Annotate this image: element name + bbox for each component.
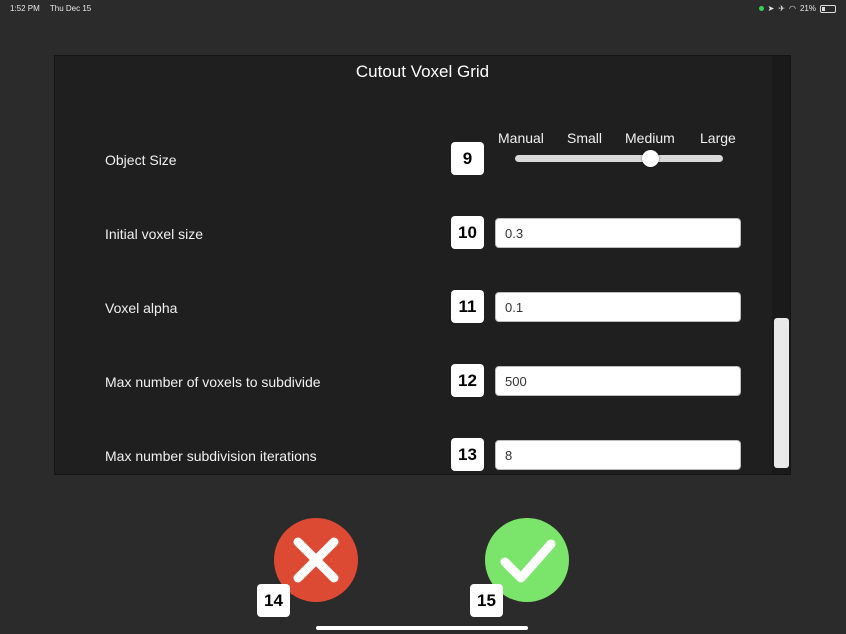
status-bar: 1:52 PM Thu Dec 15 ➤ ✈ ◠ 21% <box>0 0 846 16</box>
object-size-slider[interactable] <box>515 155 723 162</box>
location-icon: ➤ <box>767 4 775 13</box>
voxel-alpha-label: Voxel alpha <box>105 300 178 316</box>
slider-option-small[interactable]: Small <box>567 130 602 146</box>
airplane-icon: ✈ <box>778 4 785 13</box>
voxel-alpha-input[interactable] <box>495 292 741 322</box>
max-subdivision-iterations-input[interactable] <box>495 440 741 470</box>
badge-voxel-alpha: 11 <box>451 290 484 323</box>
max-subdivision-iterations-label: Max number subdivision iterations <box>105 448 317 464</box>
settings-dialog: Cutout Voxel Grid Object Size 9 Manual S… <box>54 55 791 475</box>
camera-indicator-icon <box>758 6 764 11</box>
object-size-slider-thumb[interactable] <box>642 150 659 167</box>
battery-percent: 21% <box>799 4 816 13</box>
dialog-title: Cutout Voxel Grid <box>355 62 490 81</box>
initial-voxel-size-input[interactable] <box>495 218 741 248</box>
slider-option-medium[interactable]: Medium <box>625 130 675 146</box>
home-indicator[interactable] <box>316 626 528 630</box>
slider-option-manual[interactable]: Manual <box>498 130 544 146</box>
max-voxels-subdivide-label: Max number of voxels to subdivide <box>105 374 321 390</box>
badge-max-voxels-subdivide: 12 <box>451 364 484 397</box>
wifi-icon: ◠ <box>789 4 796 13</box>
badge-max-subdivision-iterations: 13 <box>451 438 484 471</box>
status-date: Thu Dec 15 <box>49 4 92 13</box>
max-voxels-subdivide-input[interactable] <box>495 366 741 396</box>
badge-confirm: 15 <box>470 584 503 617</box>
object-size-label: Object Size <box>105 152 177 168</box>
scrollbar-thumb[interactable] <box>774 318 789 468</box>
status-right: ➤ ✈ ◠ 21% <box>758 4 836 13</box>
badge-cancel: 14 <box>257 584 290 617</box>
status-time: 1:52 PM <box>10 4 40 13</box>
badge-initial-voxel-size: 10 <box>451 216 484 249</box>
status-left: 1:52 PM Thu Dec 15 <box>10 4 99 13</box>
initial-voxel-size-label: Initial voxel size <box>105 226 204 242</box>
battery-icon <box>820 4 836 13</box>
badge-object-size: 9 <box>451 142 484 175</box>
slider-option-large[interactable]: Large <box>700 130 736 146</box>
